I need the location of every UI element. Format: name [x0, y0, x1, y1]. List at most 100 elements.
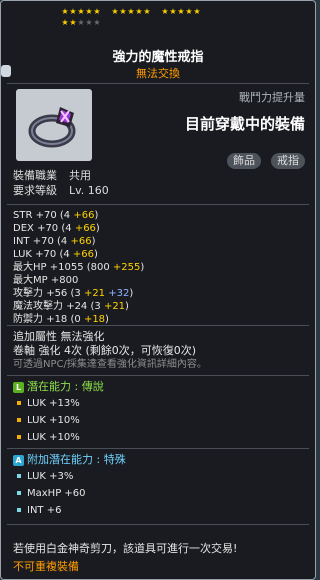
bullet-icon — [17, 474, 21, 478]
stat-name: 最大HP — [13, 262, 50, 273]
star-filled-icon: ★ — [85, 7, 93, 16]
bullet-icon — [17, 491, 21, 495]
stat-breakdown: (4 — [61, 223, 75, 234]
star-empty-icon: ★ — [77, 18, 85, 27]
star-filled-icon: ★ — [177, 7, 185, 16]
level-requirement: 要求等級 Lv. 160 — [13, 184, 109, 197]
star-empty-icon: ★ — [85, 18, 93, 27]
stat-breakdown-close: ) — [140, 262, 145, 273]
tag-accessory: 飾品 — [227, 153, 261, 169]
star-filled-icon: ★ — [119, 7, 127, 16]
item-name: 強力的魔性戒指 — [112, 50, 204, 65]
star-filled-icon: ★ — [193, 7, 201, 16]
additional-potential-header: A 附加潛在能力 : 特殊 — [13, 453, 126, 467]
stat-line: STR +70 (4 +66) — [13, 209, 98, 222]
stat-breakdown: (3 — [70, 288, 84, 299]
divider — [7, 448, 309, 449]
star-filled-icon: ★ — [127, 7, 135, 16]
stat-bonus: +255 — [112, 262, 141, 273]
star-filled-icon: ★ — [69, 7, 77, 16]
potential-line-2: LUK +10% — [17, 414, 80, 427]
stat-name: STR — [13, 210, 36, 221]
no-reequip-note: 不可重複裝備 — [13, 560, 79, 573]
star-force-rating: ★★★★★ ★★★★★ ★★★★★ ★★★★★ — [61, 7, 261, 29]
stat-bonus: +66 — [74, 223, 96, 234]
bullet-icon — [17, 435, 21, 439]
stat-base: +70 — [35, 210, 60, 221]
stat-bonus: +21 — [83, 288, 106, 299]
stat-name: DEX — [13, 223, 38, 234]
additional-line-1-text: LUK +3% — [27, 471, 74, 482]
divider — [7, 524, 309, 525]
stat-breakdown: (800 — [86, 262, 113, 273]
star-empty-icon: ★ — [93, 18, 101, 27]
additional-grade: 特殊 — [103, 453, 126, 466]
stat-breakdown-close: ) — [95, 223, 100, 234]
stat-bonus: +21 — [103, 301, 126, 312]
potential-header: L 潛在能力 : 傳說 — [13, 380, 104, 394]
potential-line-3-text: LUK +10% — [27, 432, 80, 443]
tag-ring: 戒指 — [271, 153, 305, 169]
bullet-icon — [17, 418, 21, 422]
stat-bonus: +66 — [72, 249, 94, 260]
stat-name: 魔法攻擊力 — [13, 301, 67, 312]
divider — [7, 83, 309, 84]
stat-breakdown: (0 — [70, 314, 84, 325]
additional-line-1: LUK +3% — [17, 470, 73, 483]
star-filled-icon: ★ — [111, 7, 119, 16]
star-filled-icon: ★ — [169, 7, 177, 16]
divider — [7, 325, 309, 326]
potential-grade: 傳說 — [81, 380, 104, 393]
stat-breakdown: (3 — [90, 301, 104, 312]
stat-line: LUK +70 (4 +66) — [13, 248, 98, 261]
potential-line-1-text: LUK +13% — [27, 398, 80, 409]
ring-icon — [28, 107, 76, 148]
job-requirement: 裝備職業 共用 — [13, 169, 91, 182]
stat-breakdown-close: ) — [94, 210, 99, 221]
scroll-line: 卷軸 強化 4次 (剩餘0次，可恢復0次) — [13, 344, 197, 357]
potential-line-2-text: LUK +10% — [27, 415, 80, 426]
star-row-2: ★★★★★ — [61, 18, 261, 29]
stat-bonus: +66 — [70, 236, 92, 247]
star-filled-icon: ★ — [135, 7, 143, 16]
potential-line-3: LUK +10% — [17, 431, 80, 444]
stat-enhance: +32 — [105, 288, 130, 299]
star-filled-icon: ★ — [161, 7, 169, 16]
stat-base: +70 — [35, 249, 60, 260]
stat-breakdown-close: ) — [94, 249, 98, 260]
star-filled-icon: ★ — [185, 7, 193, 16]
stat-breakdown: (4 — [59, 249, 73, 260]
star-filled-icon: ★ — [69, 18, 77, 27]
stat-bonus: +66 — [73, 210, 95, 221]
additional-title: 附加潛在能力 : — [27, 453, 101, 466]
stat-base: +24 — [66, 301, 91, 312]
stat-name: 最大MP — [13, 275, 51, 286]
job-label: 裝備職業 — [13, 169, 57, 182]
additional-line-2: MaxHP +60 — [17, 487, 86, 500]
stat-breakdown: (4 — [57, 236, 71, 247]
npc-note: 可透過NPC/採集達查看強化資訊詳細內容。 — [13, 359, 207, 370]
trade-status: 無法交換 — [136, 67, 180, 80]
additional-line-3-text: INT +6 — [27, 505, 62, 516]
bullet-icon — [17, 508, 21, 512]
stat-line: 魔法攻擊力 +24 (3 +21) — [13, 300, 129, 313]
stat-line: 攻擊力 +56 (3 +21 +32) — [13, 287, 133, 300]
potential-line-1: LUK +13% — [17, 397, 80, 410]
star-row-1: ★★★★★ ★★★★★ ★★★★★ — [61, 7, 261, 18]
item-tooltip: ★★★★★ ★★★★★ ★★★★★ ★★★★★ 強力的魔性戒指 無法交換 戰鬥力提升… — [0, 0, 316, 580]
bullet-icon — [17, 401, 21, 405]
star-filled-icon: ★ — [143, 7, 151, 16]
equipped-status: 目前穿戴中的裝備 — [184, 115, 305, 133]
stat-base: +18 — [46, 314, 71, 325]
stat-breakdown-close: ) — [105, 314, 109, 325]
stat-name: 攻擊力 — [13, 288, 47, 299]
stat-breakdown-close: ) — [125, 301, 129, 312]
attribute-line: 追加屬性 無法強化 — [13, 330, 105, 343]
divider — [7, 204, 309, 205]
star-filled-icon: ★ — [61, 18, 69, 27]
job-value: 共用 — [69, 169, 91, 182]
stat-base: +1055 — [49, 262, 87, 273]
stat-line: INT +70 (4 +66) — [13, 235, 95, 248]
stat-name: INT — [13, 236, 33, 247]
additional-line-3: INT +6 — [17, 504, 61, 517]
